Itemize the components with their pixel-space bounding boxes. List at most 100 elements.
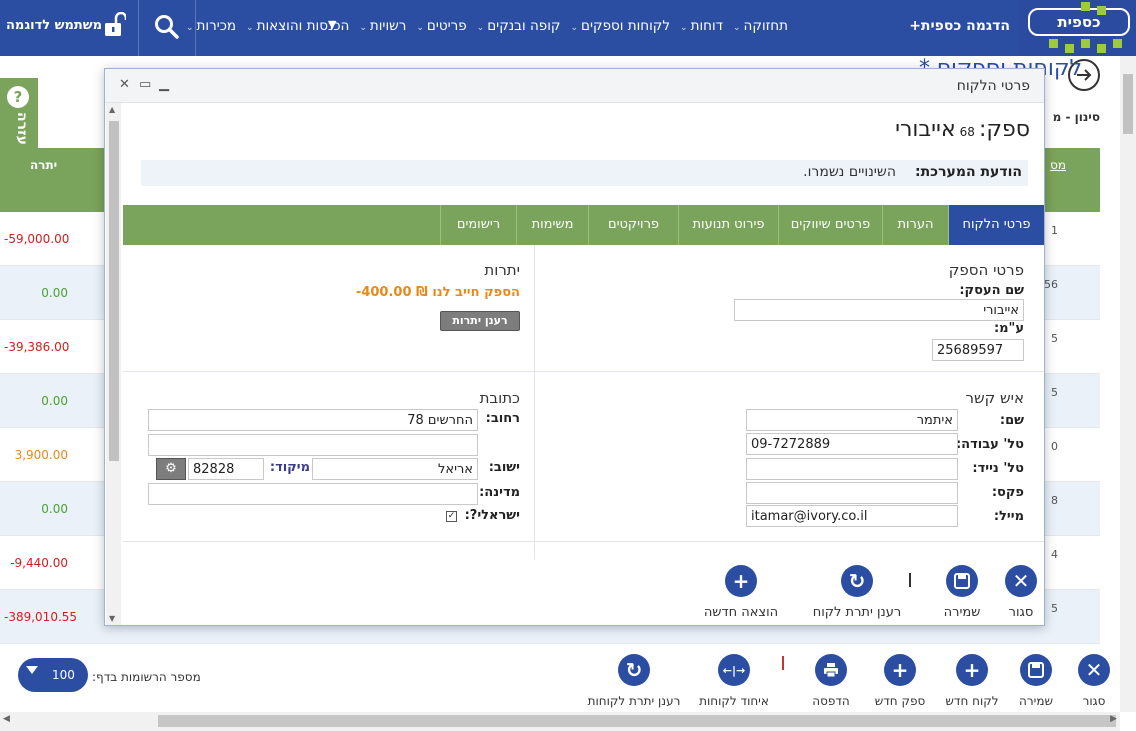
close-icon[interactable]: ✕ [119,77,130,92]
business-name-input[interactable] [734,299,1024,321]
israeli-label: ישראלי?: [464,508,520,523]
user-menu[interactable]: משתמש לדוגמה [0,0,138,56]
dialog-scrollbar[interactable]: ▲ ▼ [106,103,121,625]
scroll-down-icon[interactable]: ▼ [109,614,115,623]
zip-input[interactable] [188,458,264,480]
chevron-down-icon: ⌄ [359,23,367,33]
tab-transactions[interactable]: פירוט תנועות [678,205,778,245]
column-header-balance[interactable]: יתרה [30,158,57,172]
nav-item-reports[interactable]: דוחות⌄ [680,18,723,34]
refresh-customer-balance-button[interactable]: ↻ רענן יתרת לקוח [807,565,907,620]
tab-customer-details[interactable]: פרטי הלקוח [948,205,1044,245]
company-title[interactable]: הדגמה כספית+ [909,18,1010,34]
row-balance: -389,010.55 [4,610,78,624]
debt-amount: -400.00 ₪ [355,285,428,300]
dialog-titlebar[interactable]: פרטי הלקוח ✕ ▭ ▁ [105,69,1044,103]
nav-item-items[interactable]: פריטים⌄ [416,18,466,34]
save-button[interactable]: שמירה [1014,654,1058,708]
new-supplier-button[interactable]: + ספק חדש [872,654,928,708]
contact-name-label: שם: [999,413,1024,428]
row-balance: -39,386.00 [4,340,70,354]
column-header-number[interactable]: מס [1050,158,1066,172]
zip-lookup-button[interactable]: ⚙ [156,458,186,480]
business-name-label: שם העסק: [959,283,1024,298]
search-button[interactable] [138,0,196,56]
refresh-balances-button[interactable]: רענן יתרות [440,311,520,331]
section-title-contact: איש קשר [965,389,1024,407]
minimize-icon[interactable]: ▁ [159,77,169,92]
system-message-text: השינויים נשמרו. [803,164,896,180]
row-balance: 0.00 [41,502,68,516]
page-vertical-scrollbar[interactable] [1120,56,1136,712]
scrollbar-thumb[interactable] [1123,74,1133,134]
tab-records[interactable]: רישומים [440,205,516,245]
vat-label: ע"מ: [993,321,1024,336]
merge-icon: →|← [718,654,750,686]
logo-square [1081,39,1090,48]
new-customer-button[interactable]: + לקוח חדש [940,654,1004,708]
tab-marketing[interactable]: פרטים שיווקים [778,205,882,245]
nav-item-cash-banks[interactable]: קופה ובנקים⌄ [477,18,561,34]
page-horizontal-scrollbar[interactable]: ◀ ▶ [0,712,1120,731]
refresh-icon: ↻ [618,654,650,686]
bottom-toolbar: ✕ סגור שמירה + לקוח חדש + ספק חדש הדפסה … [0,646,1120,712]
mobile-label: טל' נייד: [972,461,1024,476]
row-number: 5 [1051,332,1058,345]
close-icon: ✕ [1005,565,1037,597]
logo-square [1065,44,1074,53]
page-size-select[interactable]: 100 [18,658,88,692]
mobile-input[interactable] [746,458,958,480]
scroll-right-icon[interactable]: ▶ [1110,714,1117,724]
system-message-label: הודעת המערכת: [914,164,1022,180]
street-label: רחוב: [485,411,520,426]
dialog-close-button[interactable]: ✕ סגור [1001,565,1041,620]
israeli-checkbox[interactable]: ✓ [446,511,457,522]
nav-item-income-expense[interactable]: הכנסות והוצאות⌄ [246,18,349,34]
app-logo[interactable]: כספית [1018,0,1136,56]
supplier-id: 68 [959,125,975,139]
refresh-balances-button[interactable]: ↻ רענן יתרת לקוחות [584,654,684,708]
nav-item-maintenance[interactable]: תחזוקה⌄ [733,18,788,34]
scroll-left-icon[interactable]: ◀ [3,714,10,724]
country-input[interactable] [148,483,478,505]
tab-projects[interactable]: פרויקטים [588,205,678,245]
maximize-icon[interactable]: ▭ [139,77,151,92]
save-icon [1020,654,1052,686]
close-button[interactable]: ✕ סגור [1072,654,1116,708]
new-expense-button[interactable]: + הוצאה חדשה [701,565,781,620]
nav-item-authorities[interactable]: רשויות⌄ [359,18,406,34]
work-phone-input[interactable] [746,433,958,455]
tab-notes[interactable]: הערות [882,205,948,245]
tab-tasks[interactable]: משימות [516,205,588,245]
fax-label: פקס: [991,485,1024,500]
email-input[interactable] [746,505,958,527]
balance-debt: הספק חייב לנו -400.00 ₪ [356,285,520,300]
street2-input[interactable] [148,434,478,456]
nav-item-customers[interactable]: לקוחות וספקים⌄ [570,18,670,34]
help-icon: ? [7,86,29,108]
row-balance: 3,900.00 [14,448,68,462]
scrollbar-thumb[interactable] [109,121,119,461]
dialog-save-button[interactable]: שמירה [937,565,987,620]
fax-input[interactable] [746,482,958,504]
printer-icon [815,654,847,686]
contact-name-input[interactable] [746,409,958,431]
scroll-up-icon[interactable]: ▲ [109,105,115,114]
refresh-icon: ↻ [841,565,873,597]
scrollbar-thumb[interactable] [158,715,1116,727]
section-title-address: כתובת [479,389,520,407]
vat-input[interactable] [932,339,1024,361]
print-button[interactable]: הדפסה [806,654,856,708]
street-input[interactable] [148,409,478,431]
city-label: ישוב: [488,460,520,475]
search-icon [155,15,179,39]
merge-customers-button[interactable]: →|← איחוד לקוחות [696,654,772,708]
customer-details-dialog: פרטי הלקוח ✕ ▭ ▁ ▲ ▼ ספק:68אייבורי הודעת… [104,68,1045,626]
city-input[interactable] [312,458,478,480]
country-label: מדינה: [479,485,520,500]
row-balance: -9,440.00 [10,556,68,570]
logo-square [1097,6,1106,15]
dialog-tabs: פרטי הלקוח הערות פרטים שיווקים פירוט תנו… [123,205,1044,245]
help-label: עזרה [14,112,30,145]
section-title-balances: יתרות [484,261,520,279]
